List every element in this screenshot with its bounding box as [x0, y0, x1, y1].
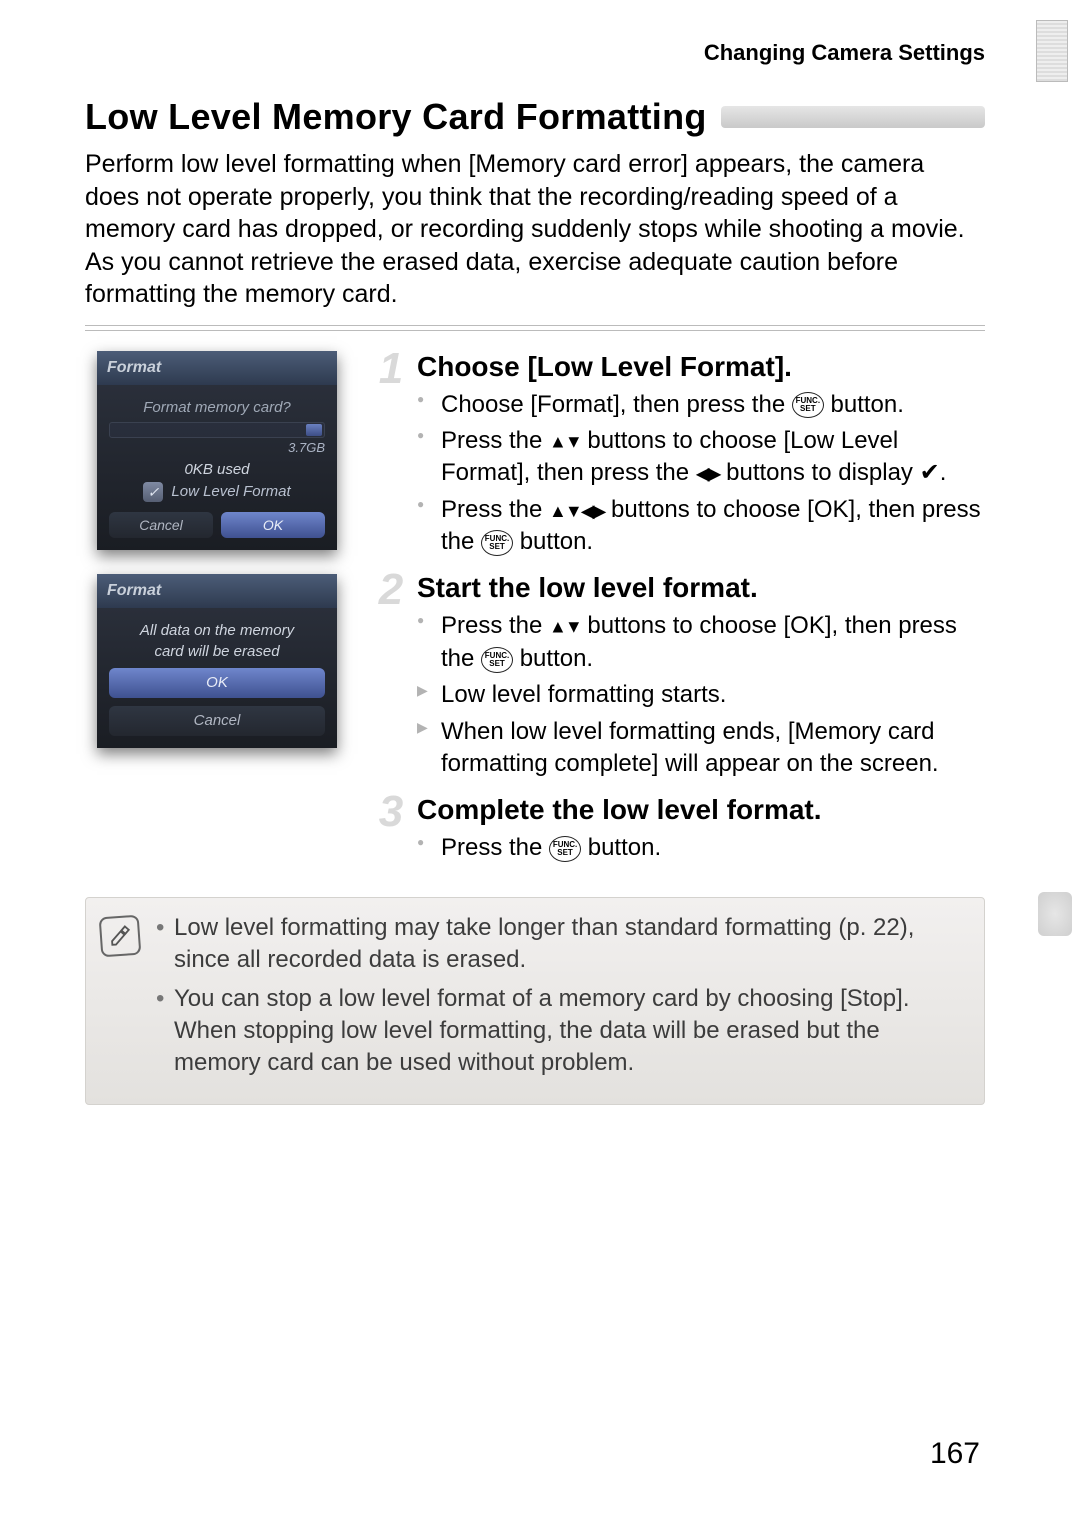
- step-number: 1: [373, 347, 409, 391]
- step-bullet: Press the ▲▼ buttons to choose [Low Leve…: [417, 425, 985, 490]
- step-bullet: Low level formatting starts.: [417, 679, 985, 711]
- camera-screenshot-format: Format Format memory card? 3.7GB 0KB use…: [97, 351, 337, 550]
- func-set-icon: FUNC.SET: [792, 392, 824, 418]
- cancel-button[interactable]: Cancel: [109, 706, 325, 736]
- divider: [85, 325, 985, 331]
- ok-button[interactable]: OK: [109, 668, 325, 698]
- step-bullet: When low level formatting ends, [Memory …: [417, 716, 985, 781]
- page-number: 167: [930, 1437, 980, 1471]
- step-bullet: Choose [Format], then press the FUNC.SET…: [417, 389, 985, 421]
- step-title: Start the low level format.: [417, 572, 985, 604]
- step-bullet: Press the ▲▼◀▶ buttons to choose [OK], t…: [417, 494, 985, 559]
- func-set-icon: FUNC.SET: [481, 647, 513, 673]
- page-title-row: Low Level Memory Card Formatting: [85, 96, 985, 138]
- camera-screenshot-confirm: Format All data on the memory card will …: [97, 574, 337, 748]
- cancel-button[interactable]: Cancel: [109, 512, 213, 538]
- capacity-bar: [109, 422, 325, 438]
- note-bullet: You can stop a low level format of a mem…: [156, 983, 966, 1080]
- title-ornament: [721, 106, 985, 128]
- ok-button[interactable]: OK: [221, 512, 325, 538]
- confirm-line1: All data on the memory: [109, 622, 325, 639]
- edge-decoration: [1038, 892, 1072, 936]
- note-bullet: Low level formatting may take longer tha…: [156, 912, 966, 977]
- edge-decoration: [1036, 20, 1068, 82]
- step-title: Choose [Low Level Format].: [417, 351, 985, 383]
- intro-text: Perform low level formatting when [Memor…: [85, 148, 985, 311]
- low-level-checkbox[interactable]: ✓: [143, 482, 163, 502]
- used-text: 0KB used: [109, 461, 325, 478]
- pencil-note-icon: [99, 914, 142, 957]
- func-set-icon: FUNC.SET: [549, 836, 581, 862]
- confirm-line2: card will be erased: [109, 643, 325, 660]
- step-number: 2: [373, 568, 409, 612]
- breadcrumb: Changing Camera Settings: [85, 40, 985, 66]
- step-bullet: Press the ▲▼ buttons to choose [OK], the…: [417, 610, 985, 675]
- menu-title: Format: [97, 351, 337, 385]
- low-level-label: Low Level Format: [171, 483, 290, 500]
- menu-prompt: Format memory card?: [109, 399, 325, 416]
- step-title: Complete the low level format.: [417, 794, 985, 826]
- menu-title: Format: [97, 574, 337, 608]
- step-bullet: Press the FUNC.SET button.: [417, 832, 985, 864]
- page-title: Low Level Memory Card Formatting: [85, 96, 707, 138]
- capacity-text: 3.7GB: [109, 440, 325, 455]
- steps-column: 1Choose [Low Level Format].Choose [Forma…: [373, 351, 985, 879]
- func-set-icon: FUNC.SET: [481, 530, 513, 556]
- note-box: Low level formatting may take longer tha…: [85, 897, 985, 1105]
- step-number: 3: [373, 790, 409, 834]
